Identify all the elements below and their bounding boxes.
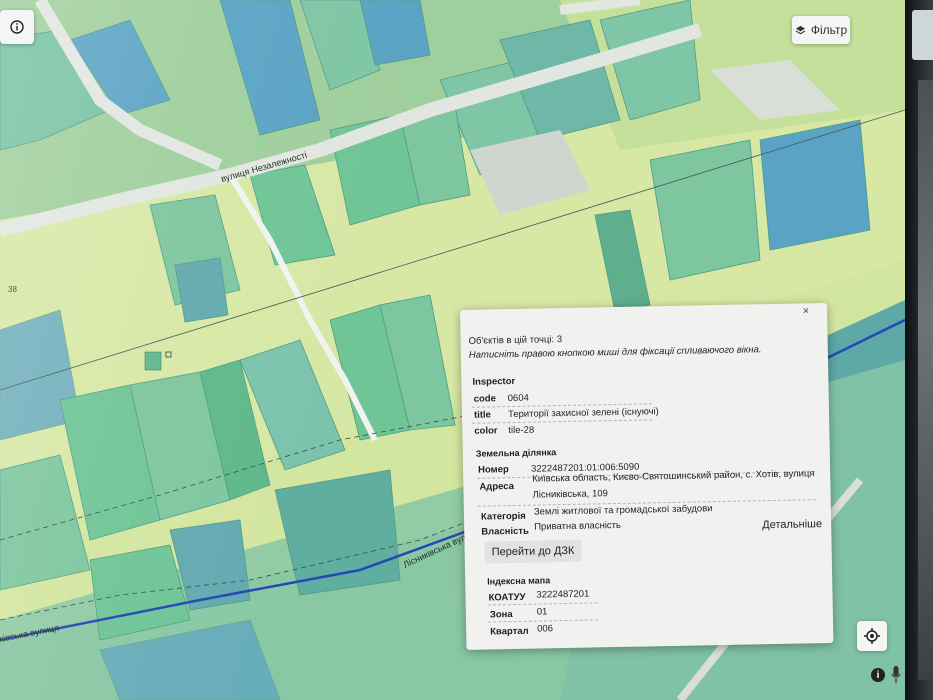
filter-label: Фільтр: [810, 23, 848, 37]
zone-value: 01: [536, 606, 548, 618]
parcel-title: Земельна ділянка: [475, 447, 557, 459]
popup-hint: Натисніть правою кнопкою миші для фіксац…: [468, 344, 762, 361]
layers-icon: [795, 25, 806, 34]
inspector-color-value: tile-28: [508, 424, 535, 437]
koatuu-value: 3222487201: [536, 588, 590, 601]
inspector-code-value: 0604: [507, 392, 529, 405]
close-icon[interactable]: ×: [803, 305, 810, 317]
background-object: [912, 10, 933, 60]
inspector-color-key: color: [474, 425, 498, 437]
index-map-title: Індексна мапа: [487, 575, 551, 587]
inspector-code-key: code: [473, 393, 497, 405]
parcel-address-key: Адреса: [479, 480, 515, 493]
parcel-category-value: Землі житлової та громадської забудови: [533, 503, 713, 518]
attribution-info-icon[interactable]: i: [871, 668, 885, 682]
target-icon: [864, 628, 880, 644]
parcel-number-key: Номер: [477, 464, 509, 476]
feature-info-popup[interactable]: × Об'єктів в цій точці: 3 Натисніть прав…: [460, 302, 834, 650]
objects-count: Об'єктів в цій точці: 3: [468, 334, 563, 347]
details-button[interactable]: Детальніше: [755, 513, 829, 536]
info-icon: [10, 20, 24, 34]
inspector-title-key: title: [473, 409, 492, 421]
parcel-address-line2: Лісниківська, 109: [532, 488, 609, 501]
parcel-ownership-key: Власність: [481, 525, 529, 538]
quarter-value: 006: [537, 623, 554, 635]
info-button[interactable]: [0, 10, 34, 44]
parcel-number-label: 38: [8, 285, 17, 294]
zone-key: Зона: [489, 609, 513, 621]
parcel-ownership-value: Приватна власність: [534, 519, 622, 533]
inspector-title-value: Території захисної зелені (існуючі): [507, 406, 659, 421]
parcel[interactable]: [649, 139, 761, 281]
background-object: [918, 80, 933, 680]
parcel[interactable]: [759, 119, 871, 251]
microphone-icon[interactable]: [891, 666, 901, 684]
locate-button[interactable]: [857, 621, 887, 651]
divider: [472, 419, 653, 424]
parcel-small[interactable]: [144, 351, 162, 371]
inspector-title: Inspector: [472, 375, 516, 388]
parcel[interactable]: [174, 257, 229, 323]
filter-button[interactable]: Фільтр: [792, 16, 850, 44]
go-to-dzk-button[interactable]: Перейти до ДЗК: [484, 539, 582, 564]
quarter-key: Квартал: [490, 625, 529, 638]
map-screen[interactable]: вулиця Незалежності Лісниківська вулиця …: [0, 0, 905, 700]
parcel-category-key: Категорія: [480, 510, 526, 523]
koatuu-key: КОАТУУ: [488, 591, 526, 604]
